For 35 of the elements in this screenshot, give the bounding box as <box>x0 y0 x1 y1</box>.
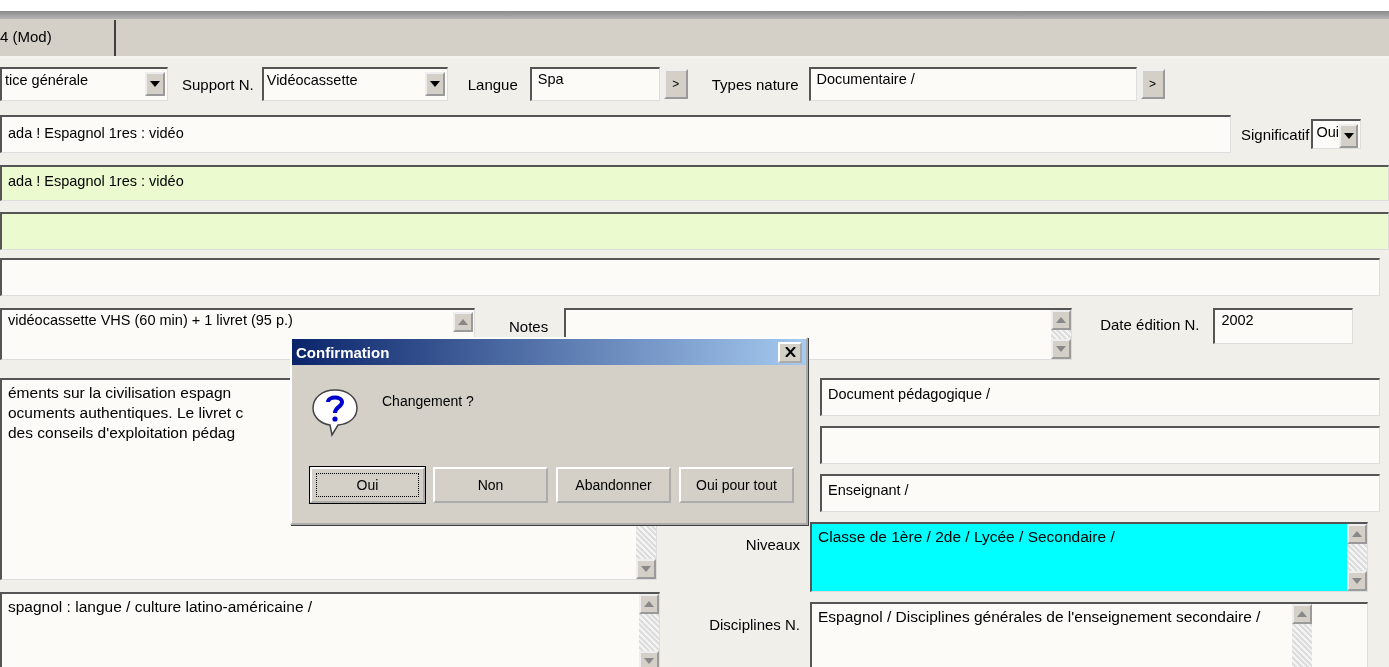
niveaux-text: Classe de 1ère / 2de / Lycée / Secondaire / <box>817 527 1116 547</box>
types-nature-picker-button[interactable]: > <box>1140 69 1165 99</box>
langue-picker-button[interactable]: > <box>663 69 688 99</box>
support-dropdown[interactable]: Vidéocassette <box>261 67 448 101</box>
collation-text: vidéocassette VHS (60 min) + 1 livret (95 p.) <box>8 312 293 330</box>
disciplines-field[interactable]: Espagnol / Disciplines générales de l'enseignement secondaire / <box>810 602 1368 667</box>
niveaux-field[interactable]: Classe de 1ère / 2de / Lycée / Secondaire / <box>810 522 1368 592</box>
date-edition-field[interactable]: 2002 <box>1213 308 1354 344</box>
niveaux-label: Niveaux <box>744 535 801 553</box>
langue-field[interactable]: Spa <box>529 67 660 101</box>
significatif-label: Significatif <box>1241 125 1310 143</box>
tab[interactable]: 4 (Mod) <box>0 20 116 56</box>
disciplines-label: Disciplines N. <box>708 615 801 633</box>
dialog-title: Confirmation <box>296 343 390 361</box>
langue-label: Langue <box>467 75 518 93</box>
date-edition-label: Date édition N. <box>1100 316 1200 333</box>
support-label: Support N. <box>182 75 254 93</box>
subjects-field[interactable]: spagnol : langue / culture latino-américaine / <box>0 592 660 667</box>
disciplines-text: Espagnol / Disciplines générales de l'enseignement secondaire / <box>817 607 1262 627</box>
significatif-dropdown[interactable]: Oui <box>1311 119 1362 149</box>
dialog-message: Changement ? <box>382 393 474 411</box>
types-nature-label: Types nature <box>711 75 799 93</box>
dialog-button[interactable]: Oui <box>310 467 425 503</box>
subjects-text: spagnol : langue / culture latino-américaine / <box>7 597 314 617</box>
notes-label: Notes <box>509 318 549 335</box>
title-field[interactable]: ada ! Espagnol 1res : vidéo <box>0 165 1389 201</box>
notice-type-dropdown[interactable]: tice générale <box>0 67 168 101</box>
dialog-button[interactable]: Non <box>433 467 548 503</box>
title-field[interactable]: ada ! Espagnol 1res : vidéo <box>0 115 1231 153</box>
description-text: éments sur la civilisation espagn ocuments authentiques. Le livret c des conseils d'exploitation pédag <box>7 383 245 443</box>
audience-field[interactable]: Enseignant / <box>820 474 1380 512</box>
dialog-button[interactable]: Oui pour tout <box>679 467 794 503</box>
genre-field[interactable]: Document pédagogique / <box>820 378 1380 416</box>
types-nature-field[interactable]: Documentaire / <box>808 67 1137 101</box>
dialog-button[interactable]: Abandonner <box>556 467 671 503</box>
